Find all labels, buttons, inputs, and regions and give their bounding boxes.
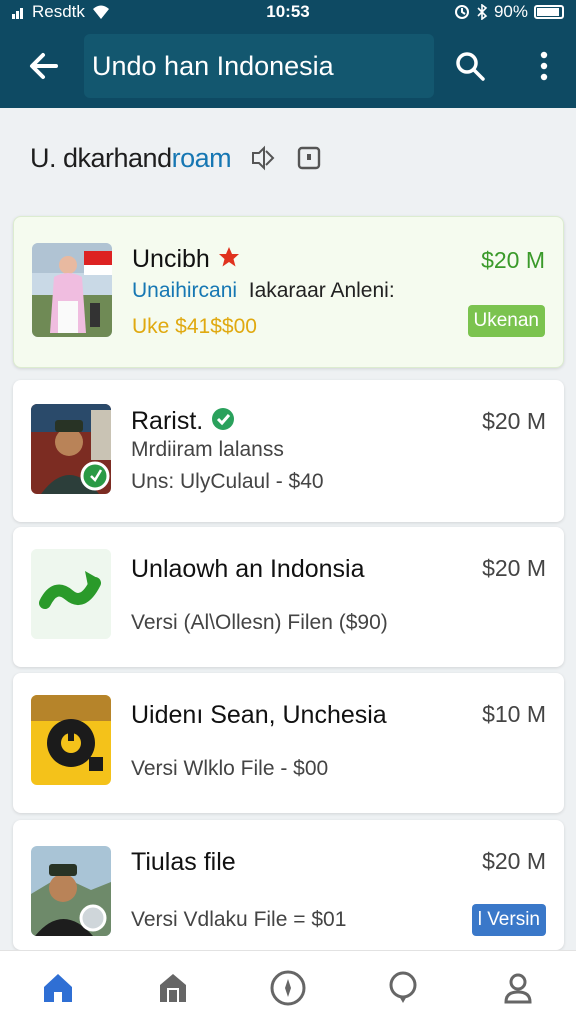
chat-icon xyxy=(389,971,417,1003)
signal-icon xyxy=(12,8,23,19)
more-options-button[interactable] xyxy=(524,38,564,94)
wifi-icon xyxy=(92,5,109,19)
app-logo-icon xyxy=(31,549,111,639)
item-title-text: Uncibh xyxy=(132,245,210,273)
item-subtitle-link[interactable]: Unaihircani xyxy=(132,279,237,302)
item-thumbnail xyxy=(32,243,112,337)
item-thumbnail xyxy=(31,404,111,494)
section-title-accent: roam xyxy=(171,142,232,173)
battery-percent: 90% xyxy=(493,2,528,21)
more-vert-icon xyxy=(540,51,548,81)
item-thumbnail xyxy=(31,695,111,785)
app-title: Undo han Indonesia xyxy=(92,50,334,81)
app-logo-icon xyxy=(31,695,111,785)
nav-profile[interactable] xyxy=(488,958,548,1018)
list-item[interactable]: Uidenı Sean, Unchesia Versi Wlklo File -… xyxy=(13,673,564,813)
item-thumbnail xyxy=(31,846,111,936)
nav-explore[interactable] xyxy=(258,958,318,1018)
item-size: $20 M xyxy=(481,247,545,273)
item-size: $10 M xyxy=(482,701,546,727)
list-item[interactable]: Uncibh Unaihircani Iakaraar Anleni: Uke … xyxy=(13,216,564,368)
section-title: U. dkarhandroam xyxy=(30,142,232,174)
nav-store[interactable] xyxy=(143,958,203,1018)
item-title: Uidenı Sean, Unchesia xyxy=(131,701,387,729)
item-title: Uncibh xyxy=(132,245,241,274)
item-title: Rarist. xyxy=(131,406,236,436)
battery-icon xyxy=(534,5,564,19)
filter-icon[interactable] xyxy=(295,144,323,172)
item-title: Tiulas file xyxy=(131,848,236,876)
home-icon xyxy=(43,973,72,1002)
item-price-line: Uke $41$$00 xyxy=(132,315,257,338)
list-item[interactable]: Tiulas file Versi Vdlaku File = $01 $20 … xyxy=(13,820,564,950)
carrier-name: Resdtk xyxy=(32,2,85,21)
search-icon xyxy=(456,52,485,81)
item-action-badge[interactable]: Ukenan xyxy=(467,305,545,337)
item-version-line: Uns: UlyCulaul - $40 xyxy=(131,470,324,493)
item-size: $20 M xyxy=(482,848,546,874)
item-thumbnail xyxy=(31,549,111,639)
item-size: $20 M xyxy=(482,408,546,434)
section-header: U. dkarhandroam xyxy=(30,128,323,188)
section-title-main: U. dkarhand xyxy=(30,142,172,173)
profile-icon xyxy=(504,973,532,1003)
item-version-line: Versi Vdlaku File = $01 xyxy=(131,908,347,931)
item-version-line: Versi Wlklo File - $00 xyxy=(131,757,329,780)
item-size: $20 M xyxy=(482,555,546,581)
store-icon xyxy=(159,973,186,1002)
back-arrow-icon xyxy=(30,53,58,79)
nav-chat[interactable] xyxy=(373,958,433,1018)
item-subtitle: Unaihircani Iakaraar Anleni: xyxy=(132,279,395,303)
back-button[interactable] xyxy=(16,38,72,94)
app-title-box[interactable]: Undo han Indonesia xyxy=(84,34,434,98)
item-version-badge[interactable]: l Versin xyxy=(471,904,546,936)
status-bar: Resdtk 10:53 90% xyxy=(0,0,576,24)
item-version-line: Versi (Al\Ollesn) Filen ($90) xyxy=(131,611,388,634)
alarm-icon xyxy=(454,5,469,19)
item-subtitle: Mrdiiram lalanss xyxy=(131,438,284,461)
status-right: 90% xyxy=(454,2,564,22)
status-left: Resdtk xyxy=(12,2,111,22)
item-title: Unlaowh an Indonsia xyxy=(131,555,365,583)
list-item[interactable]: Rarist. Mrdiiram lalanss Uns: UlyCulaul … xyxy=(13,380,564,522)
compass-icon xyxy=(270,970,306,1005)
status-time: 10:53 xyxy=(266,2,310,21)
item-title-text: Rarist. xyxy=(131,407,204,435)
nav-home[interactable] xyxy=(28,958,88,1018)
item-subtitle-text: Iakaraar Anleni: xyxy=(248,279,395,302)
app-bar: Undo han Indonesia xyxy=(0,24,576,108)
search-button[interactable] xyxy=(442,38,498,94)
verified-check-icon xyxy=(212,408,235,430)
bluetooth-icon xyxy=(477,4,488,20)
share-icon[interactable] xyxy=(249,144,277,172)
bottom-navigation xyxy=(0,950,576,1024)
star-icon xyxy=(218,247,239,267)
list-item[interactable]: Unlaowh an Indonsia Versi (Al\Ollesn) Fi… xyxy=(13,527,564,667)
